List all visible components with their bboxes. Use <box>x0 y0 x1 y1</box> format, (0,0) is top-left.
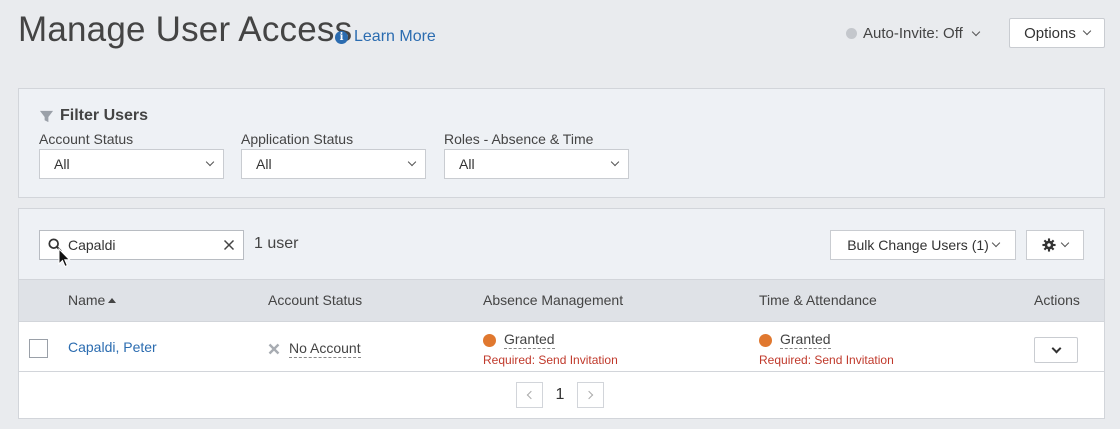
filter-label: Application Status <box>241 131 354 147</box>
chevron-down-icon <box>1060 238 1070 248</box>
options-button[interactable]: Options <box>1009 18 1105 48</box>
column-time-header: Time & Attendance <box>759 292 877 308</box>
chevron-down-icon <box>1082 26 1092 36</box>
chevron-down-icon <box>971 27 981 36</box>
bulk-change-users-button[interactable]: Bulk Change Users (1) <box>830 230 1016 260</box>
pagination: 1 <box>516 382 604 408</box>
chevron-down-icon <box>610 157 620 167</box>
auto-invite-status-dot <box>846 28 857 39</box>
absence-status-value[interactable]: Granted <box>504 331 555 349</box>
column-name-label: Name <box>68 292 106 308</box>
filter-title-label: Filter Users <box>60 107 149 124</box>
chevron-down-icon <box>991 238 1001 248</box>
settings-button[interactable] <box>1026 230 1084 260</box>
select-value: All <box>256 156 272 172</box>
chevron-right-icon <box>584 390 594 400</box>
users-toolbar: 1 user Bulk Change Users (1) <box>19 209 1104 280</box>
mouse-cursor-icon <box>58 248 71 268</box>
column-name-header[interactable]: Name <box>68 292 117 308</box>
time-status-value[interactable]: Granted <box>780 331 831 349</box>
user-count: 1 user <box>254 235 299 252</box>
account-status-select[interactable]: All <box>39 149 224 179</box>
users-panel: 1 user Bulk Change Users (1) <box>18 208 1105 419</box>
auto-invite-label: Auto-Invite: Off <box>863 25 963 42</box>
account-status-cell: No Account <box>268 340 361 358</box>
roles-select[interactable]: All <box>444 149 629 179</box>
chevron-down-icon <box>1051 343 1061 353</box>
funnel-icon <box>39 110 54 122</box>
close-icon[interactable] <box>223 239 235 251</box>
granted-status-dot <box>483 333 496 347</box>
time-required-text: Required: Send Invitation <box>759 353 894 367</box>
user-name-link[interactable]: Capaldi, Peter <box>68 339 157 355</box>
column-account-status-header: Account Status <box>268 292 363 308</box>
table-header: Name Account Status Absence Management T… <box>19 280 1104 322</box>
row-actions-button[interactable] <box>1034 337 1078 363</box>
absence-required-text: Required: Send Invitation <box>483 353 618 367</box>
gear-icon <box>1042 238 1056 252</box>
learn-more-label: Learn More <box>354 28 436 45</box>
filter-label: Account Status <box>39 131 134 147</box>
row-checkbox[interactable] <box>29 339 48 358</box>
select-value: All <box>459 156 475 172</box>
table-row: Capaldi, Peter No Account Granted Requir… <box>19 322 1104 372</box>
sort-ascending-icon <box>108 298 117 303</box>
current-page-number: 1 <box>555 386 565 403</box>
page-title: Manage User Access <box>18 10 353 49</box>
info-icon: i <box>335 30 348 44</box>
no-account-x-icon <box>268 343 280 355</box>
filter-application-status: Application Status All <box>241 131 426 179</box>
auto-invite-dropdown[interactable]: Auto-Invite: Off <box>846 25 981 42</box>
account-status-value[interactable]: No Account <box>289 340 361 358</box>
granted-status-dot <box>759 333 772 347</box>
application-status-select[interactable]: All <box>241 149 426 179</box>
filter-panel: Filter Users Account Status All Applicat… <box>18 88 1105 198</box>
absence-permission-cell: Granted Required: Send Invitation <box>483 331 618 367</box>
learn-more-link[interactable]: i Learn More <box>335 28 436 46</box>
filter-title: Filter Users <box>39 107 148 125</box>
chevron-down-icon <box>205 157 215 167</box>
column-absence-header: Absence Management <box>483 292 624 308</box>
prev-page-button[interactable] <box>516 382 543 408</box>
bulk-change-label: Bulk Change Users (1) <box>847 237 989 253</box>
options-label: Options <box>1024 24 1076 42</box>
filter-label: Roles - Absence & Time <box>444 131 594 147</box>
chevron-down-icon <box>407 157 417 167</box>
search-input[interactable] <box>68 237 218 253</box>
select-value: All <box>54 156 70 172</box>
filter-roles: Roles - Absence & Time All <box>444 131 629 179</box>
next-page-button[interactable] <box>577 382 604 408</box>
column-actions-header: Actions <box>1034 292 1080 308</box>
filter-account-status: Account Status All <box>39 131 224 179</box>
time-permission-cell: Granted Required: Send Invitation <box>759 331 894 367</box>
chevron-left-icon <box>526 390 536 400</box>
